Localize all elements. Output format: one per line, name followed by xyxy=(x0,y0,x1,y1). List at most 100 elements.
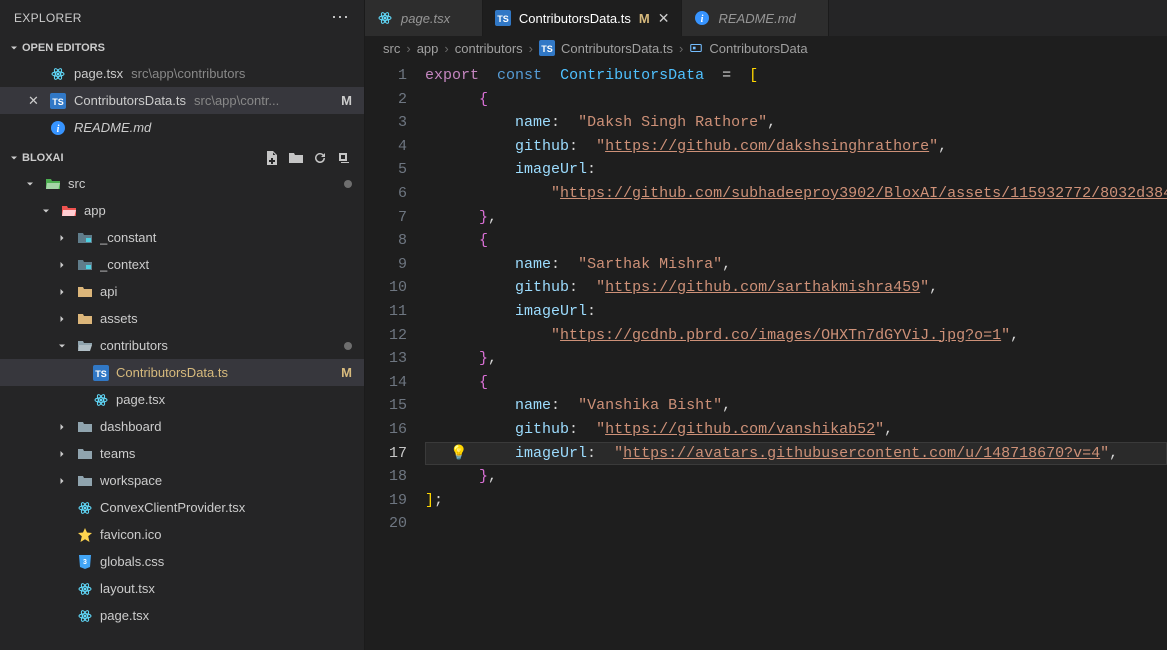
collapse-all-icon[interactable] xyxy=(336,150,352,166)
code-line[interactable]: { xyxy=(425,88,1167,112)
folder-item[interactable]: src xyxy=(0,170,364,197)
file-icon xyxy=(76,581,94,597)
folder-item[interactable]: app xyxy=(0,197,364,224)
code-line[interactable]: imageUrl: "https://avatars.githubusercon… xyxy=(425,442,1167,466)
open-editors-header[interactable]: OPEN EDITORS xyxy=(0,35,364,60)
tree-label: _context xyxy=(100,257,352,272)
tree-label: layout.tsx xyxy=(100,581,352,596)
line-number: 17 xyxy=(365,442,407,466)
svg-text:TS: TS xyxy=(95,369,107,379)
file-icon xyxy=(92,392,110,408)
breadcrumb-part[interactable]: src xyxy=(383,41,400,56)
folder-item[interactable]: workspace xyxy=(0,467,364,494)
breadcrumb-part[interactable]: app xyxy=(417,41,439,56)
new-folder-icon[interactable] xyxy=(288,150,304,166)
file-item[interactable]: TSContributorsData.tsM xyxy=(0,359,364,386)
folder-item[interactable]: teams xyxy=(0,440,364,467)
modified-badge: M xyxy=(341,365,352,380)
file-path: src\app\contributors xyxy=(131,66,245,81)
line-number: 5 xyxy=(365,158,407,182)
status-dot xyxy=(344,342,352,350)
file-icon: 3 xyxy=(76,554,94,570)
refresh-icon[interactable] xyxy=(312,150,328,166)
code-line[interactable]: github: "https://github.com/dakshsinghra… xyxy=(425,135,1167,159)
folder-item[interactable]: _context xyxy=(0,251,364,278)
open-editor-item[interactable]: ✕iREADME.md xyxy=(0,114,364,141)
code-line[interactable]: "https://github.com/subhadeeproy3902/Blo… xyxy=(425,182,1167,206)
file-name: ContributorsData.ts xyxy=(74,93,186,108)
code-line[interactable]: imageUrl: xyxy=(425,300,1167,324)
chevron-right-icon xyxy=(54,259,70,271)
new-file-icon[interactable] xyxy=(264,150,280,166)
breadcrumb-part[interactable]: ContributorsData.ts xyxy=(561,41,673,56)
file-item[interactable]: page.tsx xyxy=(0,386,364,413)
code-line[interactable] xyxy=(425,512,1167,536)
code-line[interactable]: github: "https://github.com/vanshikab52"… xyxy=(425,418,1167,442)
code-line[interactable]: github: "https://github.com/sarthakmishr… xyxy=(425,276,1167,300)
tree-label: page.tsx xyxy=(116,392,352,407)
code-line[interactable]: }, xyxy=(425,465,1167,489)
folder-item[interactable]: _constant xyxy=(0,224,364,251)
file-icon xyxy=(76,608,94,624)
code-line[interactable]: }, xyxy=(425,206,1167,230)
modified-badge: M xyxy=(639,11,650,26)
file-item[interactable]: 3globals.css xyxy=(0,548,364,575)
file-icon xyxy=(44,176,62,192)
code-line[interactable]: "https://gcdnb.pbrd.co/images/OHXTn7dGYV… xyxy=(425,324,1167,348)
code-line[interactable]: name: "Vanshika Bisht", xyxy=(425,394,1167,418)
file-item[interactable]: layout.tsx xyxy=(0,575,364,602)
editor-tab[interactable]: page.tsx✕ xyxy=(365,0,483,36)
editor-tab[interactable]: TSContributorsData.tsM✕ xyxy=(483,0,683,36)
tree-label: dashboard xyxy=(100,419,352,434)
lightbulb-icon[interactable]: 💡 xyxy=(450,443,467,467)
breadcrumb-part[interactable]: ContributorsData xyxy=(709,41,807,56)
file-icon xyxy=(76,338,94,354)
file-item[interactable]: favicon.ico xyxy=(0,521,364,548)
file-tree: src app_constant _contextapiassetscontribu… xyxy=(0,170,364,650)
line-number: 11 xyxy=(365,300,407,324)
file-icon xyxy=(60,203,78,219)
folder-item[interactable]: contributors xyxy=(0,332,364,359)
code-line[interactable]: name: "Daksh Singh Rathore", xyxy=(425,111,1167,135)
line-number: 20 xyxy=(365,512,407,536)
folder-item[interactable]: api xyxy=(0,278,364,305)
line-number: 1 xyxy=(365,64,407,88)
close-icon[interactable]: ✕ xyxy=(658,10,670,27)
file-item[interactable]: page.tsx xyxy=(0,602,364,629)
line-number: 10 xyxy=(365,276,407,300)
code-line[interactable]: export const ContributorsData = [ xyxy=(425,64,1167,88)
chevron-down-icon xyxy=(6,42,22,54)
code-line[interactable]: }, xyxy=(425,347,1167,371)
file-icon xyxy=(76,446,94,462)
code-line[interactable]: { xyxy=(425,229,1167,253)
chevron-right-icon: › xyxy=(406,41,410,56)
line-number: 8 xyxy=(365,229,407,253)
code-editor[interactable]: 1234567891011121314151617181920 💡 export… xyxy=(365,60,1167,650)
svg-text:TS: TS xyxy=(497,14,509,24)
file-icon: TS xyxy=(50,93,66,109)
tree-label: src xyxy=(68,176,338,191)
line-number: 7 xyxy=(365,206,407,230)
file-icon xyxy=(76,230,94,246)
breadcrumb-part[interactable]: contributors xyxy=(455,41,523,56)
file-item[interactable]: ConvexClientProvider.tsx xyxy=(0,494,364,521)
chevron-down-icon xyxy=(22,178,38,190)
file-icon: TS xyxy=(495,10,511,26)
close-icon[interactable]: ✕ xyxy=(28,93,42,109)
open-editor-item[interactable]: ✕page.tsxsrc\app\contributors xyxy=(0,60,364,87)
code-body[interactable]: export const ContributorsData = [ { name… xyxy=(425,60,1167,650)
code-line[interactable]: imageUrl: xyxy=(425,158,1167,182)
open-editor-item[interactable]: ✕TSContributorsData.tssrc\app\contr...M xyxy=(0,87,364,114)
code-line[interactable]: ]; xyxy=(425,489,1167,513)
project-header[interactable]: BLOXAI xyxy=(0,145,364,170)
folder-item[interactable]: assets xyxy=(0,305,364,332)
code-line[interactable]: name: "Sarthak Mishra", xyxy=(425,253,1167,277)
chevron-right-icon xyxy=(54,448,70,460)
file-icon xyxy=(76,500,94,516)
breadcrumb[interactable]: src›app›contributors›TSContributorsData.… xyxy=(365,36,1167,60)
code-line[interactable]: { xyxy=(425,371,1167,395)
line-number: 16 xyxy=(365,418,407,442)
folder-item[interactable]: dashboard xyxy=(0,413,364,440)
editor-tab[interactable]: iREADME.md✕ xyxy=(682,0,828,36)
explorer-more-icon[interactable]: ⋯ xyxy=(331,7,350,28)
